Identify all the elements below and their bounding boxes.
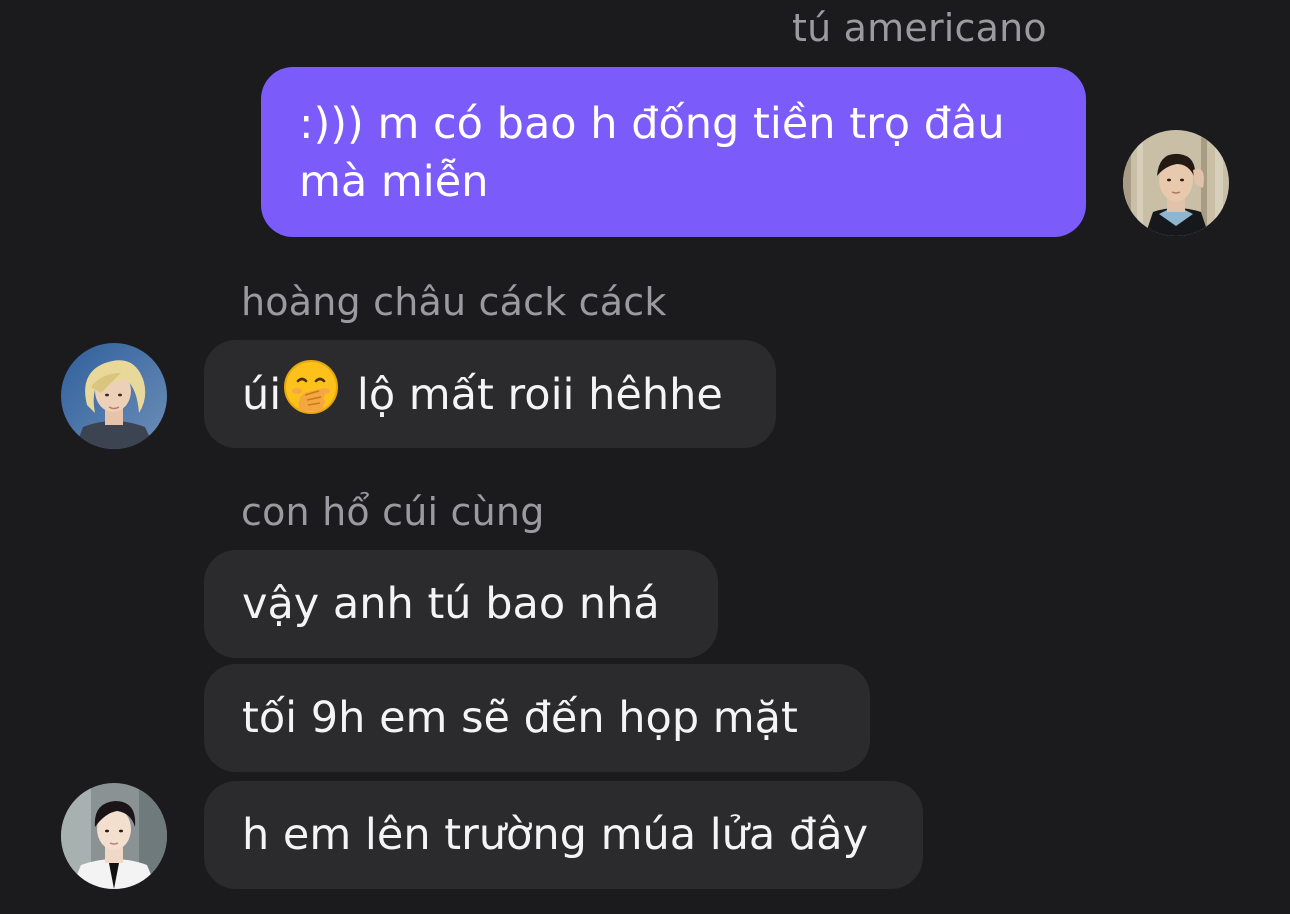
message-text: h em lên trường múa lửa đây bbox=[242, 810, 869, 860]
message-line: mà miễn bbox=[299, 157, 489, 207]
face-with-hand-over-mouth-icon bbox=[283, 359, 339, 430]
chat-thread: tú americano :))) m có bao h đống tiền t… bbox=[0, 0, 1290, 914]
avatar[interactable] bbox=[61, 783, 167, 889]
sender-name: con hổ cúi cùng bbox=[241, 490, 545, 534]
message-line: :))) m có bao h đống tiền trọ đâu bbox=[299, 99, 1005, 149]
message-text: úi bbox=[242, 370, 282, 420]
message-bubble[interactable]: úi lộ mất roii hêhhe bbox=[204, 340, 776, 448]
avatar[interactable] bbox=[61, 343, 167, 449]
message-text: tối 9h em sẽ đến họp mặt bbox=[242, 693, 798, 743]
message-text: vậy anh tú bao nhá bbox=[242, 579, 660, 629]
message-bubble[interactable]: tối 9h em sẽ đến họp mặt bbox=[204, 664, 870, 772]
message-text: lộ mất roii hêhhe bbox=[343, 370, 723, 420]
sender-name: hoàng châu cáck cáck bbox=[241, 280, 667, 324]
sender-name: tú americano bbox=[792, 6, 1047, 50]
message-bubble[interactable]: :))) m có bao h đống tiền trọ đâu mà miễ… bbox=[261, 67, 1086, 237]
message-bubble[interactable]: h em lên trường múa lửa đây bbox=[204, 781, 923, 889]
message-bubble[interactable]: vậy anh tú bao nhá bbox=[204, 550, 718, 658]
avatar[interactable] bbox=[1123, 130, 1229, 236]
